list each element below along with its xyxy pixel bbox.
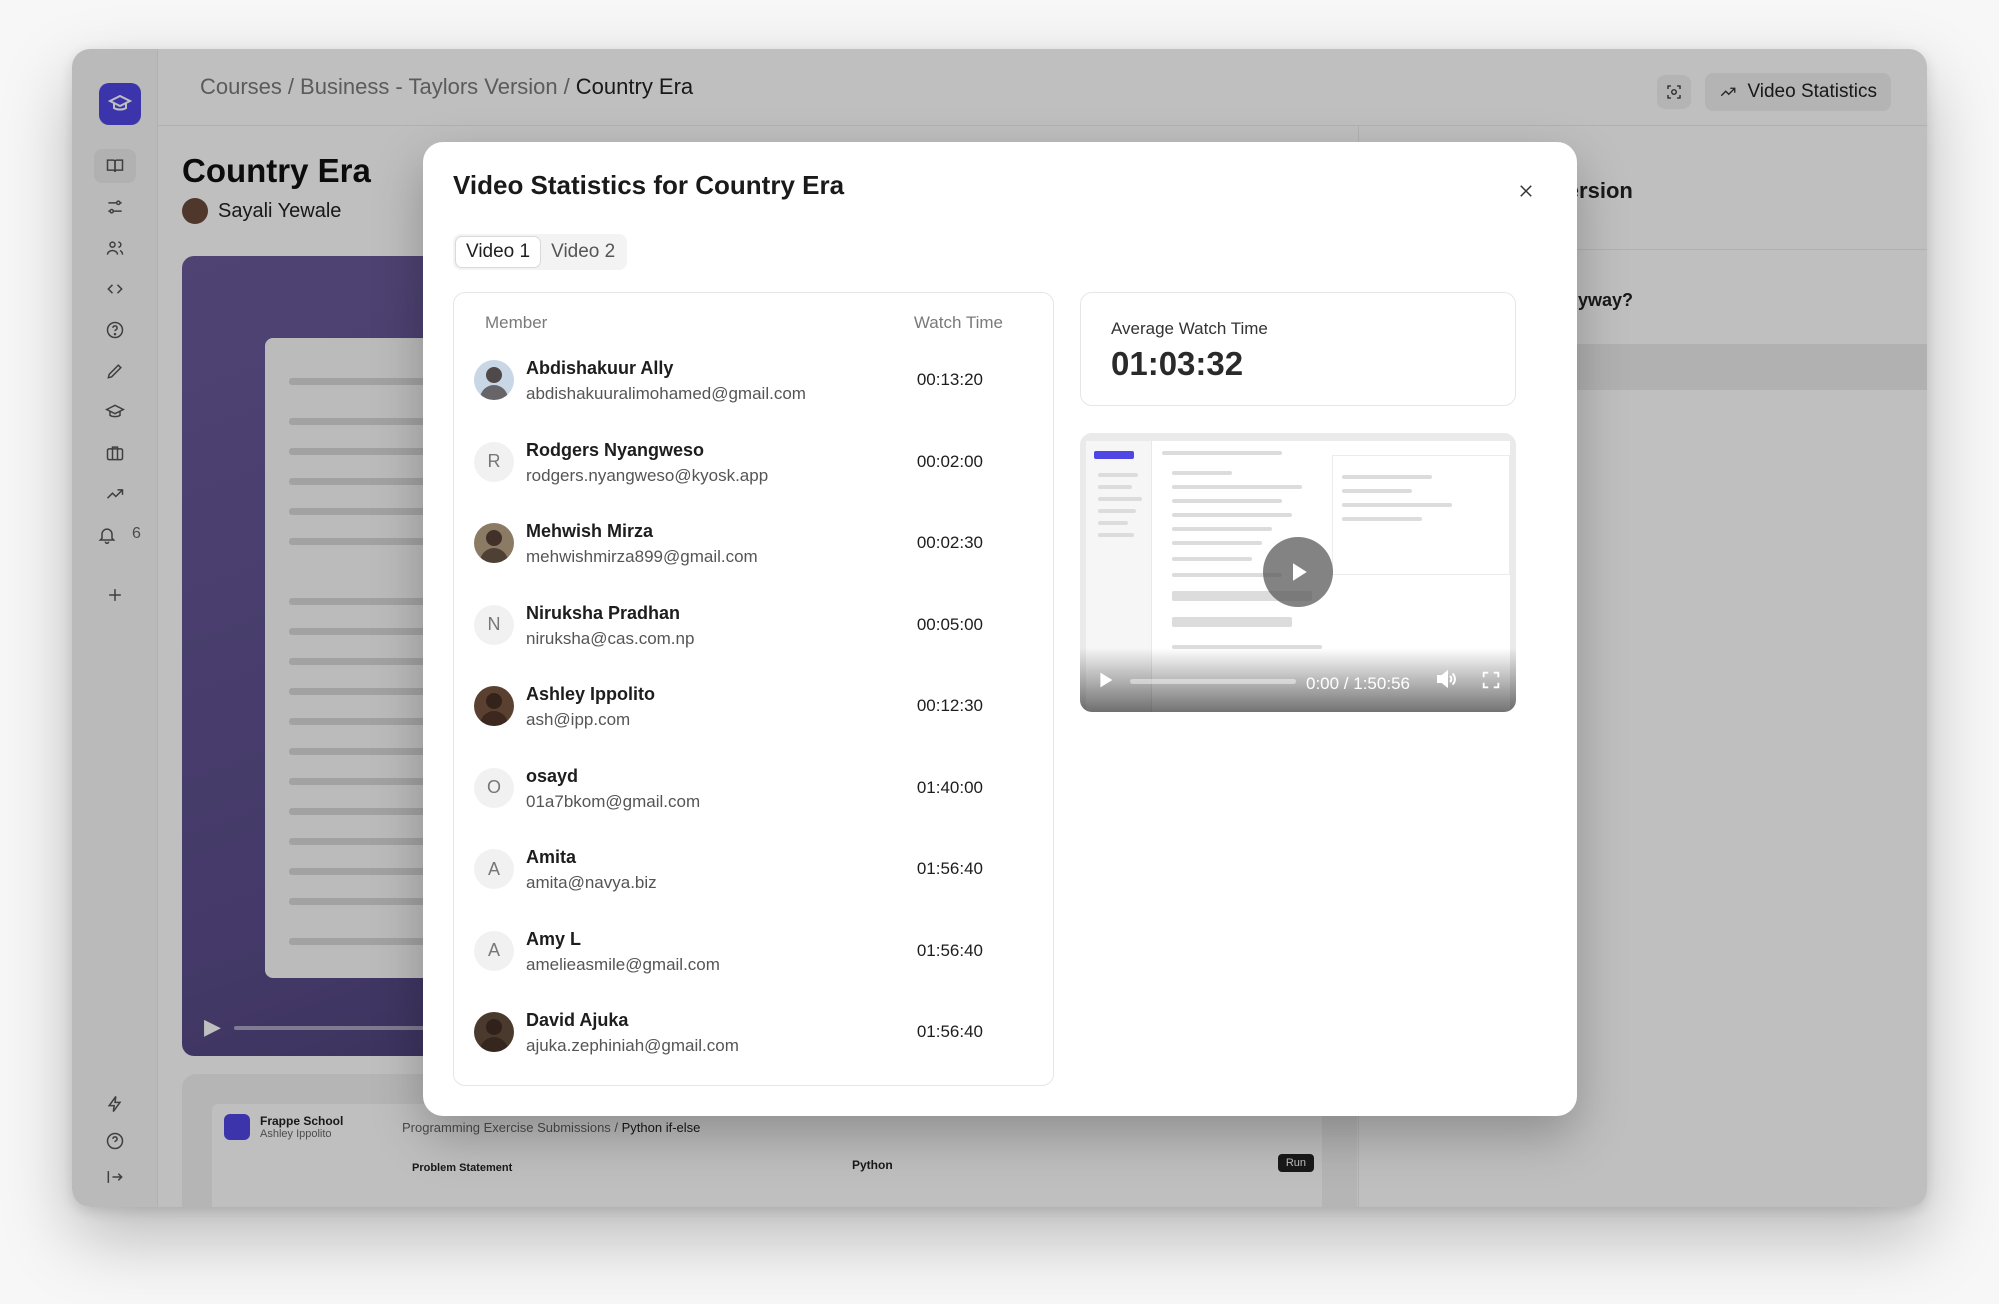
member-email: ash@ipp.com xyxy=(526,710,631,729)
table-row[interactable]: R Rodgers Nyangweso rodgers.nyangweso@kyos… xyxy=(474,424,1033,505)
avatar-photo xyxy=(486,530,502,546)
member-email: amelieasmile@gmail.com xyxy=(526,954,720,974)
member-watch-time: 01:56:40 xyxy=(916,859,983,878)
avatar: R xyxy=(474,441,514,482)
table-row[interactable]: Mehwish Mirza mehwishmirza899@gmail.com 00… xyxy=(474,505,1033,586)
avatar-photo xyxy=(480,711,508,726)
avatar-photo xyxy=(480,385,508,400)
average-watch-time-value: 01:03:32 xyxy=(1111,345,1244,382)
member-name: Rodgers Nyangweso xyxy=(526,439,705,460)
table-row[interactable]: Oosayd 01a7bkom@gmail.com 01:40:00 xyxy=(474,750,1033,831)
member-watch-time: 00:02:30 xyxy=(916,533,983,552)
member-watch-time: 00:12:30 xyxy=(916,696,983,715)
member-name: Amy L xyxy=(526,928,582,949)
modal-title: Video Statistics for Country Era xyxy=(453,170,845,200)
average-watch-time-label: Average Watch Time xyxy=(1111,319,1268,338)
table-row[interactable]: David Ajuka ajuka.zephiniah@gmail.com 01:5… xyxy=(474,994,1033,1075)
member-watch-time: 01:56:40 xyxy=(916,940,983,960)
play-icon xyxy=(1293,563,1307,581)
video-player[interactable]: 0:00 / 1:50:56 xyxy=(1080,433,1516,712)
member-watch-time: 00:05:00 xyxy=(916,614,983,634)
avatar-photo xyxy=(486,693,502,709)
avatar xyxy=(474,523,514,563)
table-row[interactable]: N Niruksha Pradhan niruksha@cas.com.np 00:0… xyxy=(474,587,1033,668)
member-watch-time: 00:02:00 xyxy=(916,451,983,471)
member-name: osayd xyxy=(526,765,579,786)
fullscreen-icon[interactable] xyxy=(1480,669,1502,696)
member-email: ajuka.zephiniah@gmail.com xyxy=(526,1036,739,1055)
member-email: rodgers.nyangweso@kyosk.app xyxy=(526,465,769,485)
play-icon[interactable] xyxy=(1094,669,1116,696)
member-name: Ashley Ippolito xyxy=(526,684,656,704)
average-watch-time-card: Average Watch Time 01:03:32 xyxy=(1080,292,1516,406)
tab-video-1[interactable]: Video 1 xyxy=(455,236,542,268)
member-watch-time: 01:40:00 xyxy=(916,777,983,797)
member-name: David Ajuka xyxy=(526,1010,629,1030)
avatar: A xyxy=(474,849,514,889)
member-email: 01a7bkom@gmail.com xyxy=(526,791,701,811)
column-header-member: Member xyxy=(485,313,548,332)
avatar: N xyxy=(474,604,514,645)
avatar-photo xyxy=(480,1037,508,1052)
player-time: 0:00 / 1:50:56 xyxy=(1306,674,1410,693)
tab-video-2[interactable]: Video 2 xyxy=(541,236,625,268)
play-button[interactable] xyxy=(1263,537,1333,607)
avatar xyxy=(474,1012,514,1052)
video-tabs: Video 1 Video 2 xyxy=(453,234,628,270)
avatar xyxy=(474,360,514,400)
close-icon xyxy=(1520,185,1532,197)
table-row[interactable]: A Amy L amelieasmile@gmail.com 01:56:40 xyxy=(474,913,1033,994)
member-name: Niruksha Pradhan xyxy=(526,602,681,623)
avatar-photo xyxy=(486,1019,502,1035)
member-watch-time: 01:56:40 xyxy=(916,1022,983,1041)
member-name: Mehwish Mirza xyxy=(526,521,654,541)
video-progress-bar[interactable] xyxy=(1130,679,1296,684)
avatar: O xyxy=(474,767,514,808)
volume-icon[interactable] xyxy=(1434,667,1458,696)
close-button[interactable] xyxy=(1511,176,1541,206)
member-email: abdishakuuralimohamed@gmail.com xyxy=(526,384,806,403)
member-name: Abdishakuur Ally xyxy=(526,358,674,378)
member-name: Amita xyxy=(526,847,577,867)
member-email: mehwishmirza899@gmail.com xyxy=(526,547,758,566)
members-table: Member Watch Time Abdishakuur Ally abdish… xyxy=(453,292,1054,1086)
avatar-photo xyxy=(486,367,502,383)
table-row[interactable]: Abdishakuur Ally abdishakuuralimohamed@gm… xyxy=(474,342,1033,423)
video-statistics-modal: Video Statistics for Country Era Video 1… xyxy=(423,142,1577,1116)
player-controls: 0:00 / 1:50:56 xyxy=(1080,648,1516,712)
thumb-editor xyxy=(1332,455,1510,575)
member-email: niruksha@cas.com.np xyxy=(526,628,695,648)
avatar xyxy=(474,686,514,726)
avatar-photo xyxy=(480,548,508,563)
avatar: A xyxy=(474,930,514,971)
table-row[interactable]: Ashley Ippolito ash@ipp.com 00:12:30 xyxy=(474,668,1033,749)
table-row[interactable]: A Amita amita@navya.biz 01:56:40 xyxy=(474,831,1033,912)
column-header-watch-time: Watch Time xyxy=(913,313,1003,332)
member-email: amita@navya.biz xyxy=(526,873,657,892)
member-watch-time: 00:13:20 xyxy=(916,370,983,389)
